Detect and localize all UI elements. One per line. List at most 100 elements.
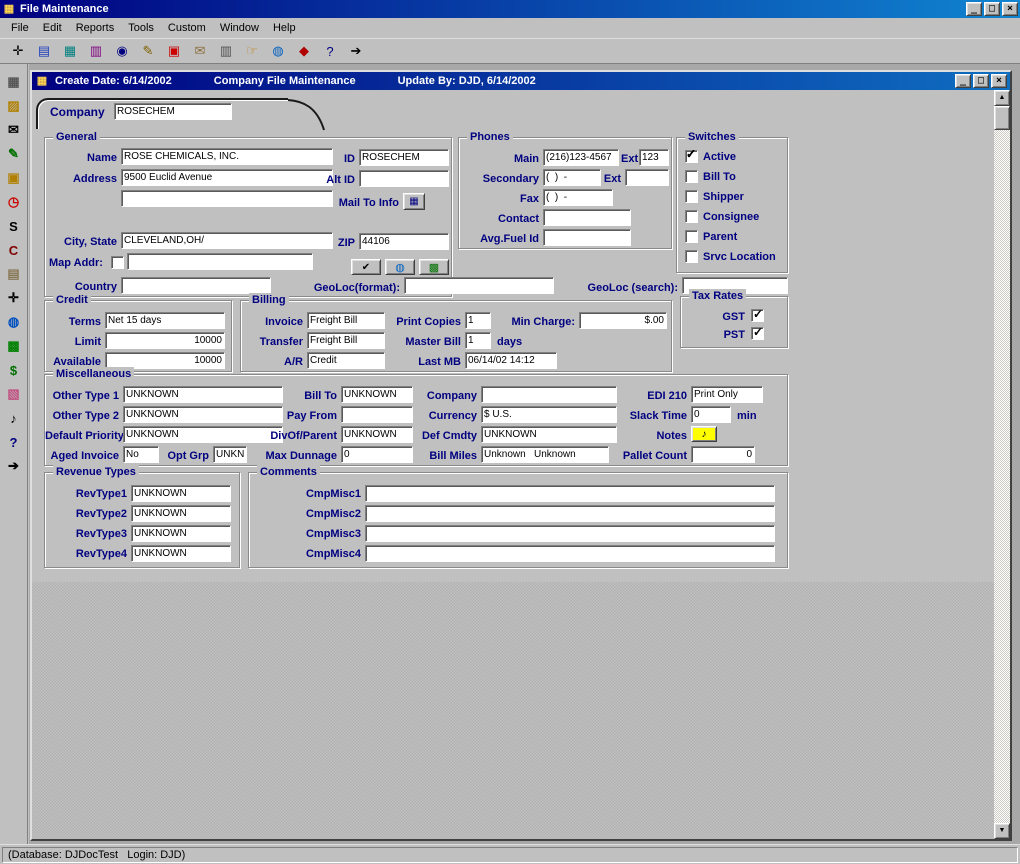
minimize-button[interactable]: _ (966, 2, 982, 16)
comment-input[interactable] (365, 545, 775, 562)
menu-item[interactable]: File (4, 20, 36, 36)
side-toolbar-button[interactable]: ▩ (3, 336, 25, 356)
side-toolbar-button[interactable]: ♪ (3, 408, 25, 428)
side-toolbar-button[interactable]: ◍ (3, 312, 25, 332)
geoloc-format-input[interactable] (404, 277, 554, 294)
side-toolbar-button[interactable]: ▦ (3, 72, 25, 92)
menu-item[interactable]: Window (213, 20, 266, 36)
menu-item[interactable]: Edit (36, 20, 69, 36)
side-toolbar-button[interactable]: ✛ (3, 288, 25, 308)
address1-input[interactable] (121, 169, 333, 186)
switch-checkbox[interactable] (685, 190, 698, 203)
switch-checkbox[interactable] (685, 210, 698, 223)
switch-checkbox[interactable] (685, 170, 698, 183)
side-toolbar-button[interactable]: ▤ (3, 264, 25, 284)
comment-input[interactable] (365, 485, 775, 502)
company-input[interactable] (114, 103, 232, 120)
comment-input[interactable] (365, 505, 775, 522)
mail-to-info-button[interactable]: ▦ (403, 193, 425, 210)
toolbar-button[interactable]: ? (318, 40, 342, 62)
toolbar-button[interactable]: ➔ (344, 40, 368, 62)
slack-time-input[interactable] (691, 406, 731, 423)
country-input[interactable] (121, 277, 271, 294)
misc-bill-to-input[interactable] (341, 386, 413, 403)
alt-id-input[interactable] (359, 170, 449, 187)
switch-checkbox[interactable] (685, 230, 698, 243)
scroll-thumb[interactable] (994, 106, 1010, 130)
menu-item[interactable]: Help (266, 20, 303, 36)
toolbar-button[interactable]: ☞ (240, 40, 264, 62)
aged-invoice-input[interactable] (123, 446, 159, 463)
ext2-input[interactable] (625, 169, 669, 186)
ext-input[interactable] (639, 149, 669, 166)
side-toolbar-button[interactable]: S (3, 216, 25, 236)
side-toolbar-button[interactable]: ▣ (3, 168, 25, 188)
scroll-down-button[interactable]: ▼ (994, 823, 1010, 839)
side-toolbar-button[interactable]: $ (3, 360, 25, 380)
terms-input[interactable] (105, 312, 225, 329)
fax-input[interactable] (543, 189, 613, 206)
min-charge-input[interactable] (579, 312, 667, 329)
revenue-input[interactable] (131, 505, 231, 522)
currency-input[interactable] (481, 406, 617, 423)
maximize-button[interactable]: □ (984, 2, 1000, 16)
comment-input[interactable] (365, 525, 775, 542)
bill-miles-input[interactable] (481, 446, 609, 463)
toolbar-button[interactable]: ▦ (58, 40, 82, 62)
child-minimize-button[interactable]: _ (955, 74, 971, 88)
pst-checkbox[interactable] (751, 327, 764, 340)
secondary-phone-input[interactable] (543, 169, 601, 186)
globe-button[interactable]: ◍ (385, 259, 415, 275)
toolbar-button[interactable]: ▤ (32, 40, 56, 62)
sign-button[interactable]: ✔ (351, 259, 381, 275)
side-toolbar-button[interactable]: ▧ (3, 384, 25, 404)
ar-input[interactable] (307, 352, 385, 369)
revenue-input[interactable] (131, 545, 231, 562)
toolbar-button[interactable]: ▥ (84, 40, 108, 62)
limit-input[interactable] (105, 332, 225, 349)
child-vscrollbar[interactable]: ▲ ▼ (994, 90, 1010, 839)
name-input[interactable] (121, 148, 333, 165)
map-button[interactable]: ▩ (419, 259, 449, 275)
gst-checkbox[interactable] (751, 309, 764, 322)
master-bill-input[interactable] (465, 332, 491, 349)
opt-grp-input[interactable] (213, 446, 247, 463)
notes-button[interactable]: ♪ (691, 426, 717, 442)
revenue-input[interactable] (131, 525, 231, 542)
toolbar-button[interactable]: ✛ (6, 40, 30, 62)
side-toolbar-button[interactable]: ▨ (3, 96, 25, 116)
toolbar-button[interactable]: ▥ (214, 40, 238, 62)
transfer-input[interactable] (307, 332, 385, 349)
last-mb-input[interactable] (465, 352, 557, 369)
side-toolbar-button[interactable]: ? (3, 432, 25, 452)
side-toolbar-button[interactable]: C (3, 240, 25, 260)
side-toolbar-button[interactable]: ✎ (3, 144, 25, 164)
invoice-input[interactable] (307, 312, 385, 329)
child-titlebar[interactable]: ▦ Create Date: 6/14/2002 Company File Ma… (32, 72, 1010, 90)
side-toolbar-button[interactable]: ✉ (3, 120, 25, 140)
child-close-button[interactable]: × (991, 74, 1007, 88)
scroll-up-button[interactable]: ▲ (994, 90, 1010, 106)
zip-input[interactable] (359, 233, 449, 250)
divof-parent-input[interactable] (341, 426, 413, 443)
switch-checkbox[interactable] (685, 250, 698, 263)
avg-fuel-input[interactable] (543, 229, 631, 246)
map-addr-checkbox[interactable] (111, 256, 124, 269)
toolbar-button[interactable]: ✎ (136, 40, 160, 62)
menu-item[interactable]: Tools (121, 20, 161, 36)
contact-input[interactable] (543, 209, 631, 226)
max-dunnage-input[interactable] (341, 446, 413, 463)
side-toolbar-button[interactable]: ◷ (3, 192, 25, 212)
app-titlebar[interactable]: ▦ File Maintenance _ □ × (0, 0, 1020, 18)
child-maximize-button[interactable]: □ (973, 74, 989, 88)
print-copies-input[interactable] (465, 312, 491, 329)
def-cmdty-input[interactable] (481, 426, 617, 443)
edi210-input[interactable] (691, 386, 763, 403)
toolbar-button[interactable]: ▣ (162, 40, 186, 62)
toolbar-button[interactable]: ◍ (266, 40, 290, 62)
misc-company-input[interactable] (481, 386, 617, 403)
side-toolbar-button[interactable]: ➔ (3, 456, 25, 476)
menu-item[interactable]: Custom (161, 20, 213, 36)
id-input[interactable] (359, 149, 449, 166)
close-button[interactable]: × (1002, 2, 1018, 16)
